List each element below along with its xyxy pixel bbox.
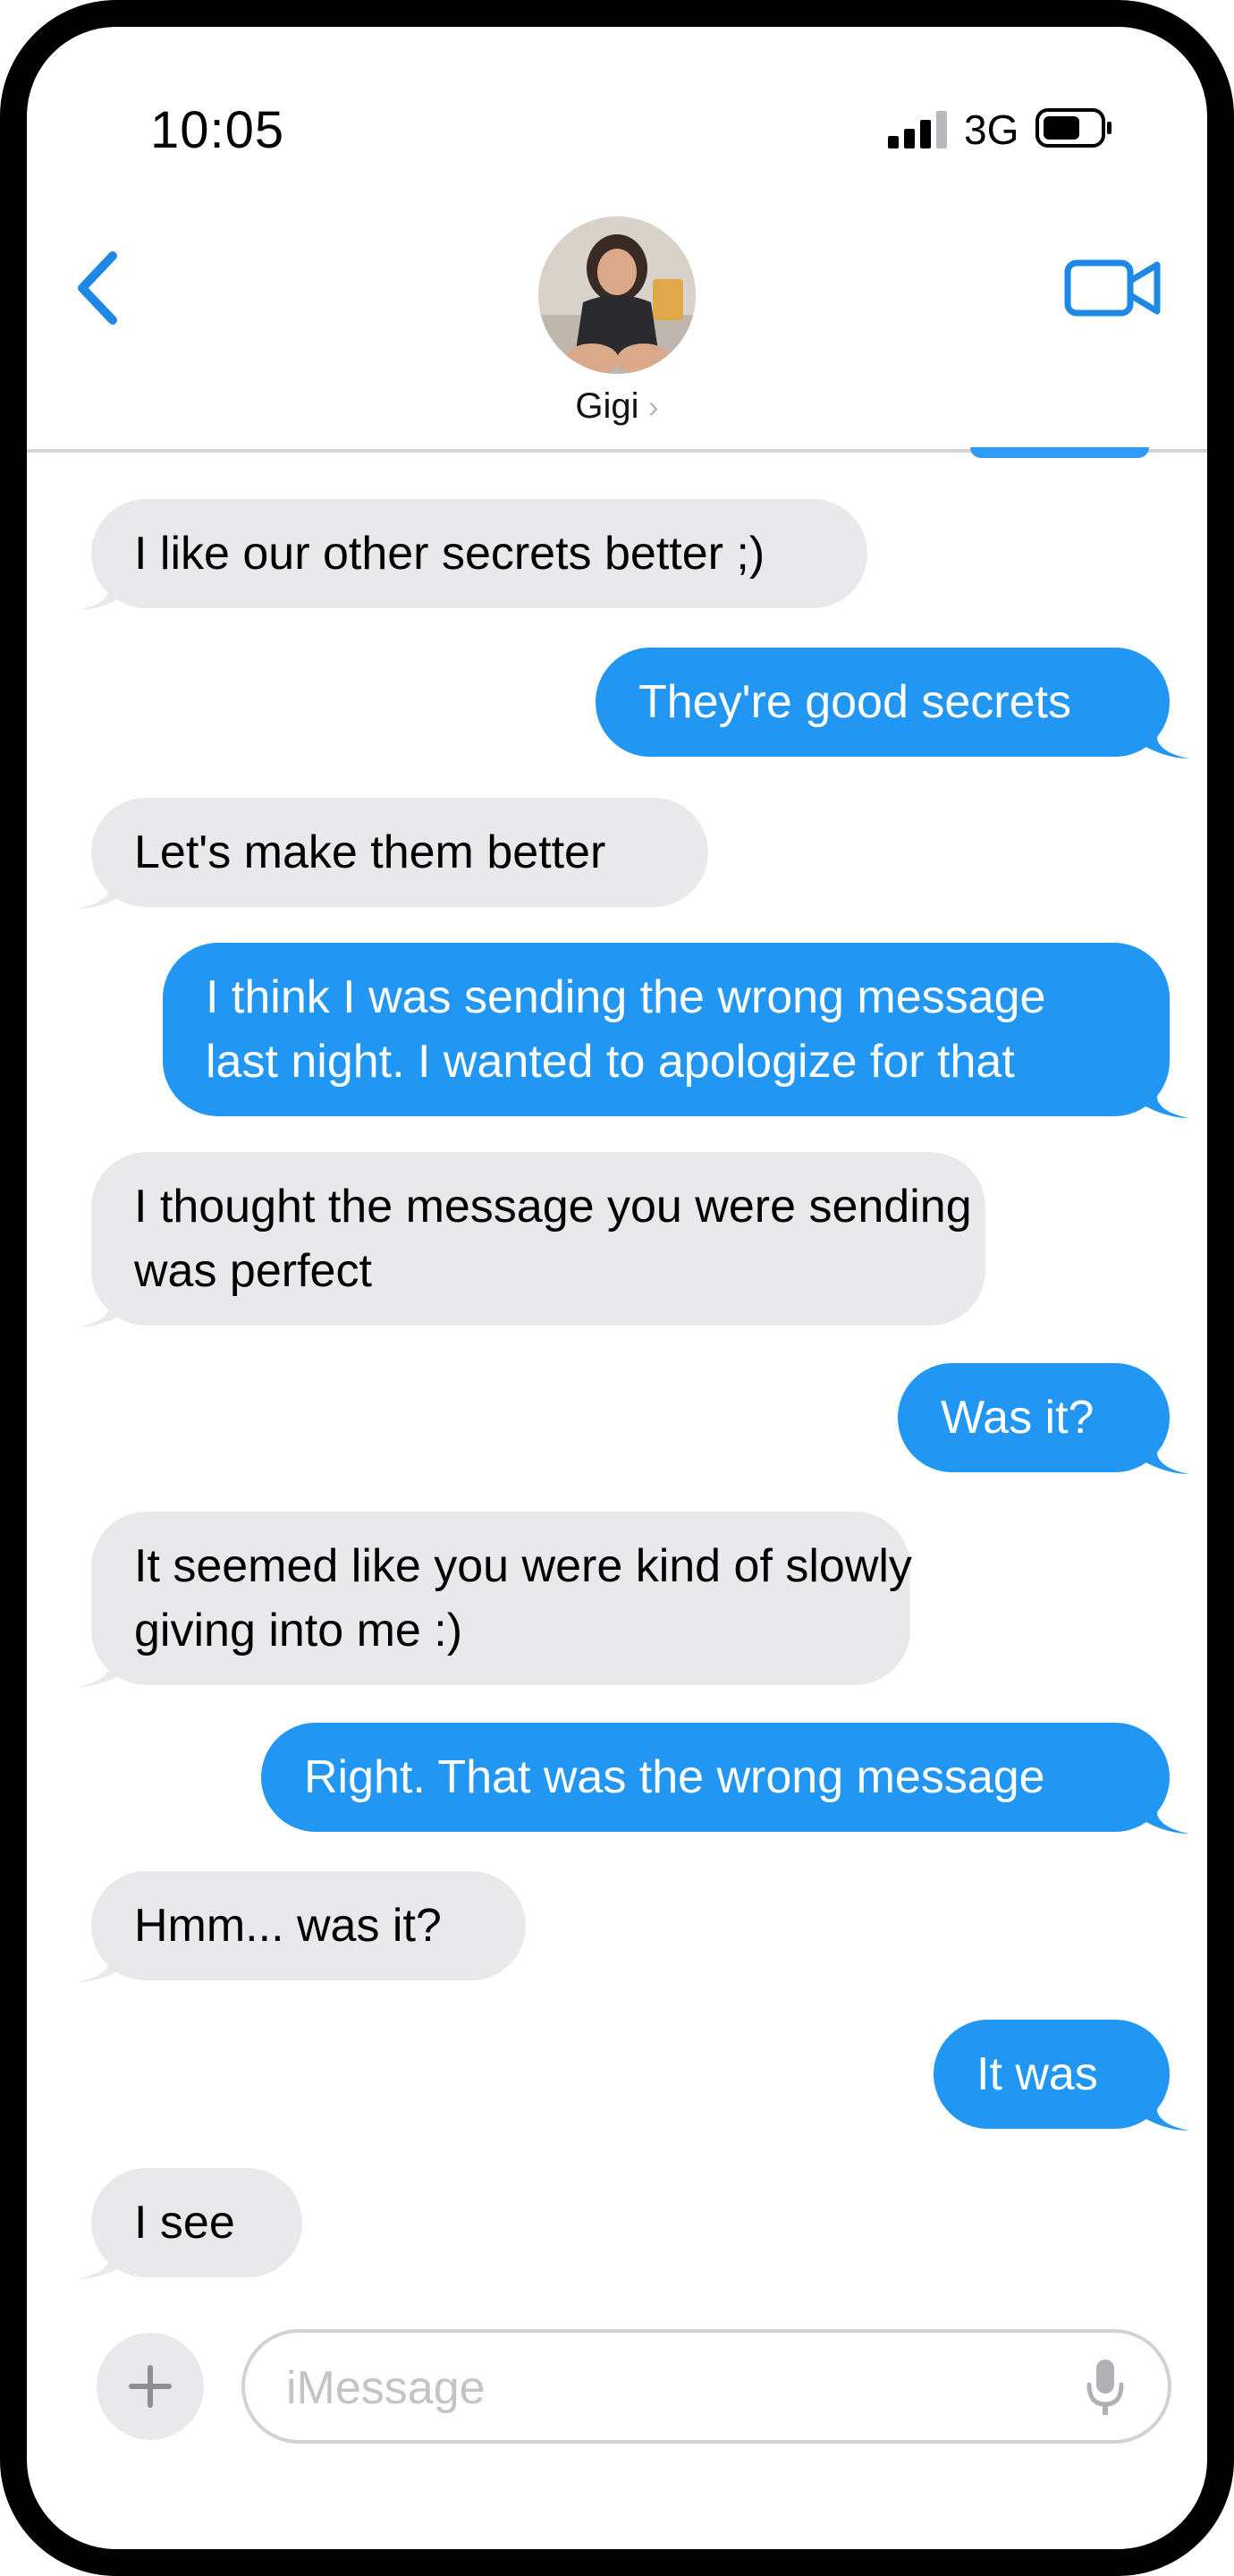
outgoing-bubble-tail [1141, 707, 1189, 758]
contact-name: Gigi [575, 386, 639, 426]
imessage-input[interactable]: iMessage [241, 2329, 1171, 2444]
incoming-bubble-tail [77, 558, 125, 610]
back-chevron-icon[interactable] [68, 243, 131, 333]
chevron-right-icon: › [647, 388, 659, 425]
outgoing-message[interactable]: Was it? [898, 1363, 1170, 1472]
status-time: 10:05 [150, 101, 285, 159]
status-bar: 10:05 3G [27, 27, 1207, 206]
battery-icon [1035, 108, 1111, 148]
incoming-bubble-tail [77, 2227, 125, 2279]
incoming-bubble-tail [77, 1635, 125, 1687]
input-placeholder: iMessage [286, 2362, 486, 2414]
avatar-photo [538, 216, 696, 374]
incoming-bubble-tail [77, 1275, 125, 1327]
incoming-message[interactable]: I like our other secrets better ;) [91, 499, 867, 608]
incoming-bubble-tail [77, 857, 125, 909]
incoming-message[interactable]: Hmm... was it? [91, 1871, 526, 1980]
outgoing-bubble-tail [1141, 1782, 1189, 1834]
outgoing-bubble-tail [1141, 1422, 1189, 1474]
outgoing-bubble-tail [1141, 1066, 1189, 1118]
outgoing-message[interactable]: Right. That was the wrong message [261, 1723, 1170, 1832]
previous-message-edge [970, 447, 1149, 458]
microphone-icon[interactable] [1086, 2358, 1125, 2419]
contact-avatar[interactable] [538, 216, 696, 374]
contact-name-button[interactable]: Gigi › [27, 386, 1207, 427]
outgoing-bubble-tail [1141, 2079, 1189, 2131]
outgoing-message[interactable]: It was [934, 2020, 1170, 2129]
video-camera-icon[interactable] [1064, 252, 1162, 324]
incoming-message[interactable]: Let's make them better [91, 798, 708, 907]
message-thread[interactable]: I like our other secrets better ;) They'… [27, 447, 1207, 2286]
incoming-message[interactable]: I thought the message you were sending w… [91, 1152, 985, 1326]
incoming-bubble-tail [77, 1930, 125, 1982]
plus-icon[interactable] [97, 2333, 204, 2440]
incoming-message[interactable]: It seemed like you were kind of slowly g… [91, 1512, 912, 1685]
conversation-header: Gigi › [27, 197, 1207, 453]
outgoing-message[interactable]: I think I was sending the wrong message … [163, 943, 1170, 1116]
network-type: 3G [964, 106, 1019, 153]
phone-frame: 10:05 3G Gigi › I like our other secrets… [0, 0, 1234, 2576]
outgoing-message[interactable]: They're good secrets [596, 648, 1170, 757]
cellular-signal-icon [888, 111, 947, 148]
